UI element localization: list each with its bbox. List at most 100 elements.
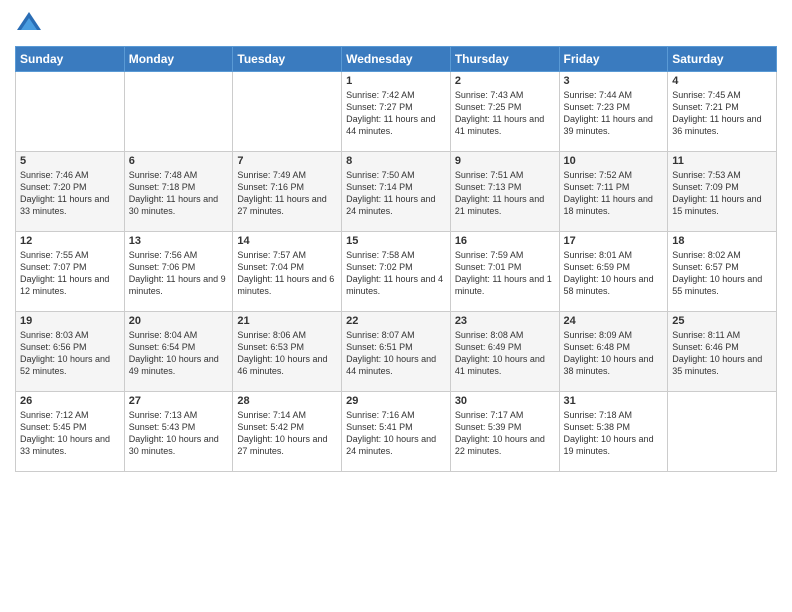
day-number: 18 bbox=[672, 235, 772, 247]
day-number: 17 bbox=[564, 235, 664, 247]
calendar-cell: 1 Sunrise: 7:42 AM Sunset: 7:27 PM Daylig… bbox=[342, 72, 451, 152]
weekday-header-wednesday: Wednesday bbox=[342, 47, 451, 72]
calendar-cell: 31Sunrise: 7:18 AM Sunset: 5:38 PM Dayli… bbox=[559, 392, 668, 472]
day-info: Sunrise: 8:06 AM Sunset: 6:53 PM Dayligh… bbox=[237, 329, 337, 378]
calendar-cell: 3 Sunrise: 7:44 AM Sunset: 7:23 PM Daylig… bbox=[559, 72, 668, 152]
day-number: 3 bbox=[564, 75, 664, 87]
day-number: 11 bbox=[672, 155, 772, 167]
day-info: Sunrise: 7:17 AM Sunset: 5:39 PM Dayligh… bbox=[455, 409, 555, 458]
day-number: 27 bbox=[129, 395, 229, 407]
day-number: 10 bbox=[564, 155, 664, 167]
weekday-header-monday: Monday bbox=[124, 47, 233, 72]
calendar-cell: 2 Sunrise: 7:43 AM Sunset: 7:25 PM Daylig… bbox=[450, 72, 559, 152]
calendar-cell: 27 Sunrise: 7:13 AM Sunset: 5:43 PM Dayli… bbox=[124, 392, 233, 472]
calendar-cell: 9 Sunrise: 7:51 AM Sunset: 7:13 PM Daylig… bbox=[450, 152, 559, 232]
day-info: Sunrise: 7:53 AM Sunset: 7:09 PM Dayligh… bbox=[672, 169, 772, 218]
calendar-cell: 15Sunrise: 7:58 AM Sunset: 7:02 PM Dayli… bbox=[342, 232, 451, 312]
day-info: Sunrise: 7:57 AM Sunset: 7:04 PM Dayligh… bbox=[237, 249, 337, 298]
logo bbox=[15, 10, 47, 38]
day-number: 23 bbox=[455, 315, 555, 327]
calendar-week-row: 1 Sunrise: 7:42 AM Sunset: 7:27 PM Daylig… bbox=[16, 72, 777, 152]
calendar-cell: 6Sunrise: 7:48 AM Sunset: 7:18 PM Daylig… bbox=[124, 152, 233, 232]
day-number: 7 bbox=[237, 155, 337, 167]
day-info: Sunrise: 7:12 AM Sunset: 5:45 PM Dayligh… bbox=[20, 409, 120, 458]
calendar-cell: 14 Sunrise: 7:57 AM Sunset: 7:04 PM Dayli… bbox=[233, 232, 342, 312]
day-number: 6 bbox=[129, 155, 229, 167]
calendar-cell: 12Sunrise: 7:55 AM Sunset: 7:07 PM Dayli… bbox=[16, 232, 125, 312]
day-number: 28 bbox=[237, 395, 337, 407]
calendar-cell: 10Sunrise: 7:52 AM Sunset: 7:11 PM Dayli… bbox=[559, 152, 668, 232]
calendar-cell: 16Sunrise: 7:59 AM Sunset: 7:01 PM Dayli… bbox=[450, 232, 559, 312]
calendar-cell: 5 Sunrise: 7:46 AM Sunset: 7:20 PM Daylig… bbox=[16, 152, 125, 232]
day-number: 19 bbox=[20, 315, 120, 327]
day-number: 20 bbox=[129, 315, 229, 327]
day-number: 1 bbox=[346, 75, 446, 87]
calendar-week-row: 12Sunrise: 7:55 AM Sunset: 7:07 PM Dayli… bbox=[16, 232, 777, 312]
calendar-cell: 4Sunrise: 7:45 AM Sunset: 7:21 PM Daylig… bbox=[668, 72, 777, 152]
calendar: SundayMondayTuesdayWednesdayThursdayFrid… bbox=[15, 46, 777, 472]
logo-icon bbox=[15, 10, 43, 38]
day-info: Sunrise: 7:44 AM Sunset: 7:23 PM Dayligh… bbox=[564, 89, 664, 138]
day-info: Sunrise: 7:46 AM Sunset: 7:20 PM Dayligh… bbox=[20, 169, 120, 218]
day-info: Sunrise: 7:50 AM Sunset: 7:14 PM Dayligh… bbox=[346, 169, 446, 218]
day-info: Sunrise: 8:11 AM Sunset: 6:46 PM Dayligh… bbox=[672, 329, 772, 378]
page: SundayMondayTuesdayWednesdayThursdayFrid… bbox=[0, 0, 792, 612]
calendar-cell: 25Sunrise: 8:11 AM Sunset: 6:46 PM Dayli… bbox=[668, 312, 777, 392]
calendar-cell: 23 Sunrise: 8:08 AM Sunset: 6:49 PM Dayli… bbox=[450, 312, 559, 392]
day-info: Sunrise: 7:43 AM Sunset: 7:25 PM Dayligh… bbox=[455, 89, 555, 138]
day-info: Sunrise: 7:56 AM Sunset: 7:06 PM Dayligh… bbox=[129, 249, 229, 298]
day-info: Sunrise: 7:14 AM Sunset: 5:42 PM Dayligh… bbox=[237, 409, 337, 458]
day-info: Sunrise: 7:55 AM Sunset: 7:07 PM Dayligh… bbox=[20, 249, 120, 298]
day-info: Sunrise: 7:45 AM Sunset: 7:21 PM Dayligh… bbox=[672, 89, 772, 138]
day-number: 31 bbox=[564, 395, 664, 407]
calendar-cell: 28 Sunrise: 7:14 AM Sunset: 5:42 PM Dayli… bbox=[233, 392, 342, 472]
day-number: 9 bbox=[455, 155, 555, 167]
calendar-cell: 8 Sunrise: 7:50 AM Sunset: 7:14 PM Daylig… bbox=[342, 152, 451, 232]
weekday-header-tuesday: Tuesday bbox=[233, 47, 342, 72]
calendar-cell: 21 Sunrise: 8:06 AM Sunset: 6:53 PM Dayli… bbox=[233, 312, 342, 392]
calendar-cell bbox=[124, 72, 233, 152]
day-number: 22 bbox=[346, 315, 446, 327]
day-number: 14 bbox=[237, 235, 337, 247]
calendar-cell: 13 Sunrise: 7:56 AM Sunset: 7:06 PM Dayli… bbox=[124, 232, 233, 312]
day-number: 2 bbox=[455, 75, 555, 87]
day-info: Sunrise: 8:02 AM Sunset: 6:57 PM Dayligh… bbox=[672, 249, 772, 298]
day-info: Sunrise: 8:01 AM Sunset: 6:59 PM Dayligh… bbox=[564, 249, 664, 298]
calendar-cell: 20 Sunrise: 8:04 AM Sunset: 6:54 PM Dayli… bbox=[124, 312, 233, 392]
weekday-header-thursday: Thursday bbox=[450, 47, 559, 72]
calendar-cell: 18 Sunrise: 8:02 AM Sunset: 6:57 PM Dayli… bbox=[668, 232, 777, 312]
weekday-header-friday: Friday bbox=[559, 47, 668, 72]
day-number: 29 bbox=[346, 395, 446, 407]
day-number: 30 bbox=[455, 395, 555, 407]
calendar-cell: 22 Sunrise: 8:07 AM Sunset: 6:51 PM Dayli… bbox=[342, 312, 451, 392]
weekday-header-saturday: Saturday bbox=[668, 47, 777, 72]
calendar-cell: 11 Sunrise: 7:53 AM Sunset: 7:09 PM Dayli… bbox=[668, 152, 777, 232]
day-info: Sunrise: 7:51 AM Sunset: 7:13 PM Dayligh… bbox=[455, 169, 555, 218]
day-info: Sunrise: 7:42 AM Sunset: 7:27 PM Dayligh… bbox=[346, 89, 446, 138]
calendar-week-row: 26Sunrise: 7:12 AM Sunset: 5:45 PM Dayli… bbox=[16, 392, 777, 472]
day-info: Sunrise: 8:04 AM Sunset: 6:54 PM Dayligh… bbox=[129, 329, 229, 378]
calendar-cell: 30 Sunrise: 7:17 AM Sunset: 5:39 PM Dayli… bbox=[450, 392, 559, 472]
day-number: 15 bbox=[346, 235, 446, 247]
day-info: Sunrise: 8:07 AM Sunset: 6:51 PM Dayligh… bbox=[346, 329, 446, 378]
day-info: Sunrise: 8:03 AM Sunset: 6:56 PM Dayligh… bbox=[20, 329, 120, 378]
weekday-header-sunday: Sunday bbox=[16, 47, 125, 72]
day-number: 5 bbox=[20, 155, 120, 167]
day-info: Sunrise: 7:59 AM Sunset: 7:01 PM Dayligh… bbox=[455, 249, 555, 298]
day-info: Sunrise: 7:13 AM Sunset: 5:43 PM Dayligh… bbox=[129, 409, 229, 458]
day-number: 13 bbox=[129, 235, 229, 247]
day-info: Sunrise: 7:49 AM Sunset: 7:16 PM Dayligh… bbox=[237, 169, 337, 218]
day-number: 21 bbox=[237, 315, 337, 327]
calendar-cell: 7 Sunrise: 7:49 AM Sunset: 7:16 PM Daylig… bbox=[233, 152, 342, 232]
calendar-cell: 17 Sunrise: 8:01 AM Sunset: 6:59 PM Dayli… bbox=[559, 232, 668, 312]
calendar-cell: 29Sunrise: 7:16 AM Sunset: 5:41 PM Dayli… bbox=[342, 392, 451, 472]
day-info: Sunrise: 8:08 AM Sunset: 6:49 PM Dayligh… bbox=[455, 329, 555, 378]
day-number: 24 bbox=[564, 315, 664, 327]
calendar-cell bbox=[16, 72, 125, 152]
calendar-cell: 26Sunrise: 7:12 AM Sunset: 5:45 PM Dayli… bbox=[16, 392, 125, 472]
calendar-cell: 19 Sunrise: 8:03 AM Sunset: 6:56 PM Dayli… bbox=[16, 312, 125, 392]
calendar-cell: 24Sunrise: 8:09 AM Sunset: 6:48 PM Dayli… bbox=[559, 312, 668, 392]
calendar-cell bbox=[668, 392, 777, 472]
weekday-header-row: SundayMondayTuesdayWednesdayThursdayFrid… bbox=[16, 47, 777, 72]
day-number: 8 bbox=[346, 155, 446, 167]
